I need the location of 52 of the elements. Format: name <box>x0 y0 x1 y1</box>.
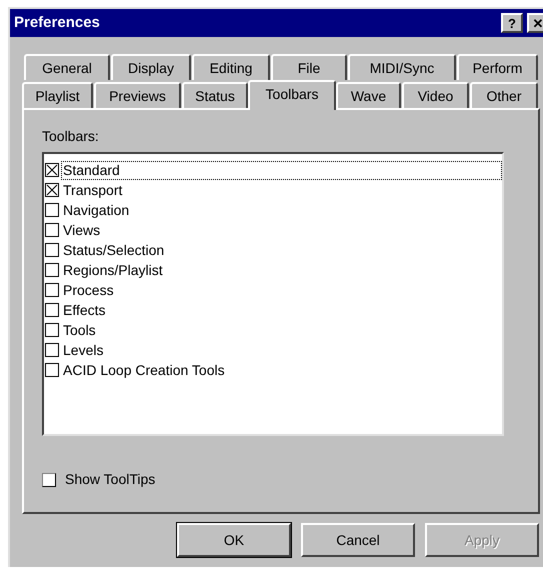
item-label: Process <box>62 280 115 300</box>
list-item[interactable]: Navigation <box>45 200 502 220</box>
tab[interactable]: MIDI/Sync <box>348 54 456 80</box>
list-item[interactable]: ACID Loop Creation Tools <box>45 360 502 380</box>
checkbox[interactable] <box>45 343 59 357</box>
list-item[interactable]: Regions/Playlist <box>45 260 502 280</box>
list-item[interactable]: Effects <box>45 300 502 320</box>
item-label: Navigation <box>62 200 130 220</box>
tab[interactable]: Previews <box>94 82 181 108</box>
checkbox[interactable] <box>45 183 59 197</box>
tab[interactable]: File <box>271 54 347 80</box>
checkbox[interactable] <box>45 163 59 177</box>
item-label: Views <box>62 220 102 240</box>
help-button[interactable]: ? <box>501 13 523 33</box>
tab[interactable]: Other <box>470 82 538 108</box>
item-label: ACID Loop Creation Tools <box>62 360 226 380</box>
item-label: Tools <box>62 320 97 340</box>
list-item[interactable]: Status/Selection <box>45 240 502 260</box>
tab[interactable]: Wave <box>336 82 401 108</box>
dialog-button[interactable]: OK <box>177 523 291 557</box>
checkbox-label: Show ToolTips <box>65 470 156 489</box>
dialog-button[interactable]: Cancel <box>301 523 415 557</box>
tab[interactable]: Playlist <box>22 82 93 108</box>
tab[interactable]: Editing <box>192 54 270 80</box>
checkbox[interactable] <box>45 203 59 217</box>
checkbox[interactable] <box>45 223 59 237</box>
item-label: Regions/Playlist <box>62 260 164 280</box>
list-label: Toolbars: <box>42 128 100 144</box>
list-item[interactable]: Views <box>45 220 502 240</box>
close-button[interactable]: ✕ <box>527 13 543 33</box>
item-label: Effects <box>62 300 107 320</box>
list-item[interactable]: Transport <box>45 180 502 200</box>
checkbox[interactable] <box>45 363 59 377</box>
checkbox[interactable] <box>45 283 59 297</box>
list-item[interactable]: Tools <box>45 320 502 340</box>
tab[interactable]: General <box>24 54 110 80</box>
tab[interactable]: Display <box>111 54 191 80</box>
checkbox[interactable] <box>45 303 59 317</box>
list-item[interactable]: Process <box>45 280 502 300</box>
checkbox[interactable] <box>45 243 59 257</box>
list-item[interactable]: Levels <box>45 340 502 360</box>
tab[interactable]: Status <box>182 82 248 108</box>
item-label: Status/Selection <box>62 240 166 260</box>
tab[interactable]: Toolbars <box>248 80 336 110</box>
tab[interactable]: Video <box>402 82 469 108</box>
checkbox[interactable] <box>45 323 59 337</box>
window-title: Preferences <box>14 12 101 33</box>
checkbox[interactable] <box>42 472 56 486</box>
tab[interactable]: Perform <box>457 54 538 80</box>
item-label: Transport <box>62 180 124 200</box>
checkbox[interactable] <box>45 263 59 277</box>
item-label: Levels <box>62 340 104 360</box>
